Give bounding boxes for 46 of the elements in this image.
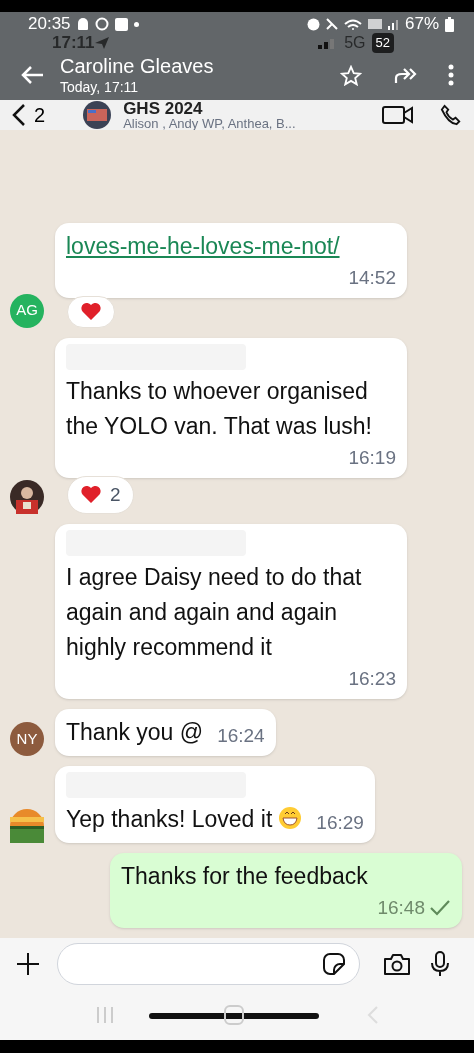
- message-text: Thanks to whoever organised the YOLO van. That was lush!: [66, 376, 373, 441]
- message-text: Yep thanks! Loved it: [66, 802, 303, 837]
- more-icon[interactable]: [448, 64, 454, 86]
- message-time: 16:23: [348, 667, 396, 691]
- signal-icon: [387, 18, 399, 30]
- sticker-icon[interactable]: [323, 953, 345, 975]
- message-text: Thanks for the feedback: [121, 862, 368, 891]
- message-time: 16:48: [377, 896, 425, 920]
- message-text: Thank you @: [66, 718, 204, 747]
- heart-icon: [80, 300, 102, 323]
- avatar: NY: [10, 722, 44, 756]
- viewer-subtitle: Today, 17:11: [60, 78, 140, 96]
- network-badge: 52: [371, 33, 394, 53]
- message-time: 14:52: [348, 265, 396, 290]
- phone-icon[interactable]: [440, 104, 462, 126]
- group-avatar: [83, 101, 112, 129]
- back-chevron-icon[interactable]: [12, 103, 26, 127]
- message-link[interactable]: loves-me-he-loves-me-not/: [66, 228, 340, 264]
- video-call-icon[interactable]: [382, 105, 414, 125]
- signal-icon: [318, 37, 337, 49]
- group-members: Alison , Andy WP, Anthea, B...: [123, 117, 296, 130]
- location-arrow-icon: [94, 37, 109, 49]
- plus-icon[interactable]: [16, 952, 40, 976]
- message-text: I agree Daisy need to do that again and again and again highly recommend it: [66, 563, 363, 662]
- home-bar-icon[interactable]: [149, 1005, 321, 1025]
- group-name: GHS 2024: [123, 100, 204, 117]
- message-time: 16:24: [217, 724, 265, 748]
- battery-percentage: 67%: [404, 13, 439, 36]
- dot-icon: [133, 21, 139, 27]
- reaction-count: 2: [110, 482, 121, 507]
- viewer-title: Caroline Gleaves: [60, 54, 214, 78]
- microphone-icon[interactable]: [431, 951, 449, 977]
- wifi-icon: [343, 18, 362, 30]
- reaction-pill[interactable]: 2: [67, 475, 134, 514]
- network-type: 5G: [344, 33, 366, 53]
- battery-icon: [445, 16, 454, 32]
- heart-icon: [80, 483, 102, 506]
- avatar: AG: [10, 293, 44, 328]
- camera-icon[interactable]: [383, 952, 411, 976]
- reaction-pill[interactable]: [67, 295, 115, 328]
- back-arrow-icon[interactable]: [20, 65, 44, 85]
- star-icon[interactable]: [340, 64, 362, 86]
- message-input[interactable]: [57, 943, 360, 985]
- unread-count: 2: [34, 103, 46, 128]
- message-time: 16:19: [348, 445, 396, 470]
- message-time: 16:29: [316, 811, 364, 835]
